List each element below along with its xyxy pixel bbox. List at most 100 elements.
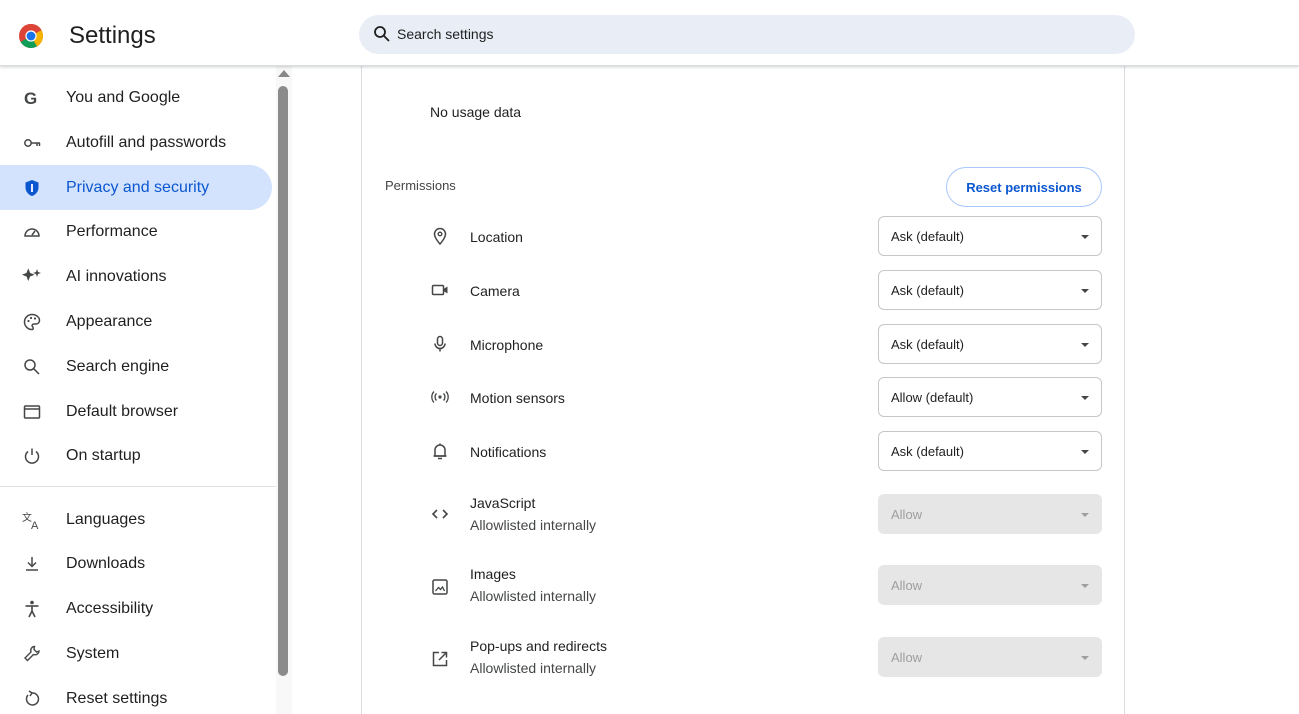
external-link-icon (430, 649, 450, 669)
notifications-select[interactable]: Ask (default) (878, 431, 1102, 471)
sidebar-scroll-thumb[interactable] (278, 86, 288, 676)
permission-subtext: Allowlisted internally (470, 588, 597, 604)
microphone-select[interactable]: Ask (default) (878, 324, 1102, 364)
usage-text: No usage data (430, 104, 522, 120)
sidebar-item-ai-innovations[interactable]: AI innovations (0, 254, 272, 299)
permission-name: JavaScript (470, 495, 536, 511)
sparkle-icon (22, 267, 42, 287)
scroll-up-arrow-icon[interactable] (278, 70, 290, 77)
sidebar-item-accessibility[interactable]: Accessibility (0, 586, 272, 631)
select-value: Ask (default) (891, 229, 964, 244)
images-select: Allow (878, 565, 1102, 605)
settings-card: No usage data Permissions Reset permissi… (361, 62, 1125, 714)
browser-window-icon (22, 402, 42, 422)
permission-subtext: Allowlisted internally (470, 660, 597, 676)
google-g-icon: G (22, 88, 42, 108)
shield-icon (22, 178, 42, 198)
select-value: Allow (891, 578, 923, 593)
sidebar-item-label: Autofill and passwords (66, 134, 227, 151)
sidebar-item-you-and-google[interactable]: G You and Google (0, 75, 272, 120)
page-title: Settings (69, 22, 156, 49)
accessibility-icon (22, 599, 42, 619)
dropdown-arrow-icon (1081, 513, 1089, 517)
permission-name: Camera (470, 283, 520, 299)
permission-name: Microphone (470, 337, 544, 353)
permission-name: Pop-ups and redirects (470, 638, 607, 654)
download-icon (22, 554, 42, 574)
select-value: Ask (default) (891, 444, 964, 459)
sidebar-item-label: Downloads (66, 555, 146, 572)
reset-icon (22, 689, 42, 709)
dropdown-arrow-icon (1081, 450, 1089, 454)
sidebar-item-label: AI innovations (66, 268, 167, 285)
reset-permissions-button[interactable]: Reset permissions (946, 167, 1102, 207)
sidebar-item-label: On startup (66, 447, 141, 464)
microphone-icon (430, 334, 450, 354)
motion-sensor-icon (430, 387, 450, 407)
motion-sensors-select[interactable]: Allow (default) (878, 377, 1102, 417)
sidebar-item-label: Appearance (66, 313, 153, 330)
permissions-heading: Permissions (385, 178, 456, 193)
sidebar-divider (0, 486, 276, 487)
camera-icon (430, 280, 450, 300)
permission-name: Notifications (470, 444, 547, 460)
sidebar-item-reset-settings[interactable]: Reset settings (0, 676, 272, 714)
dropdown-arrow-icon (1081, 235, 1089, 239)
select-value: Allow (891, 650, 923, 665)
sidebar-item-appearance[interactable]: Appearance (0, 299, 272, 344)
sidebar-item-label: Default browser (66, 403, 179, 420)
svg-text:G: G (24, 89, 37, 108)
search-icon (373, 25, 391, 43)
permission-name: Images (470, 566, 516, 582)
wrench-icon (22, 644, 42, 664)
select-value: Ask (default) (891, 283, 964, 298)
select-value: Allow (default) (891, 390, 974, 405)
svg-text:A: A (31, 520, 39, 530)
sidebar-item-label: Languages (66, 511, 146, 528)
sidebar-item-label: Privacy and security (66, 179, 210, 196)
select-value: Ask (default) (891, 337, 964, 352)
header: Settings Search settings (0, 0, 1299, 66)
location-pin-icon (430, 226, 450, 246)
sidebar-item-privacy-and-security[interactable]: Privacy and security (0, 165, 272, 210)
code-icon (430, 504, 450, 524)
permission-name: Location (470, 229, 523, 245)
select-value: Allow (891, 507, 923, 522)
search-icon (22, 357, 42, 377)
search-bar[interactable]: Search settings (359, 15, 1135, 54)
camera-select[interactable]: Ask (default) (878, 270, 1102, 310)
dropdown-arrow-icon (1081, 289, 1089, 293)
translate-icon: 文A (22, 510, 42, 530)
chrome-logo-icon (18, 23, 44, 49)
sidebar-item-label: Search engine (66, 358, 170, 375)
javascript-select: Allow (878, 494, 1102, 534)
location-select[interactable]: Ask (default) (878, 216, 1102, 256)
bell-icon (430, 441, 450, 461)
sidebar-item-default-browser[interactable]: Default browser (0, 389, 272, 434)
sidebar-item-performance[interactable]: Performance (0, 209, 272, 254)
dropdown-arrow-icon (1081, 584, 1089, 588)
sidebar-item-label: System (66, 645, 120, 662)
dropdown-arrow-icon (1081, 396, 1089, 400)
image-icon (430, 577, 450, 597)
sidebar-item-label: Performance (66, 223, 158, 240)
sidebar-item-downloads[interactable]: Downloads (0, 541, 272, 586)
dropdown-arrow-icon (1081, 656, 1089, 660)
sidebar-item-search-engine[interactable]: Search engine (0, 344, 272, 389)
palette-icon (22, 312, 42, 332)
speedometer-icon (22, 222, 42, 242)
popups-select: Allow (878, 637, 1102, 677)
search-input[interactable]: Search settings (397, 26, 494, 42)
sidebar-item-label: Accessibility (66, 600, 154, 617)
sidebar-item-system[interactable]: System (0, 631, 272, 676)
key-icon (22, 133, 42, 153)
sidebar-item-autofill[interactable]: Autofill and passwords (0, 120, 272, 165)
sidebar-item-languages[interactable]: 文A Languages (0, 497, 272, 542)
sidebar-item-label: You and Google (66, 89, 181, 106)
sidebar-item-label: Reset settings (66, 690, 168, 707)
power-icon (22, 446, 42, 466)
permission-name: Motion sensors (470, 390, 565, 406)
sidebar-item-on-startup[interactable]: On startup (0, 433, 272, 478)
permission-subtext: Allowlisted internally (470, 517, 597, 533)
sidebar: G You and Google Autofill and passwords … (0, 66, 292, 714)
